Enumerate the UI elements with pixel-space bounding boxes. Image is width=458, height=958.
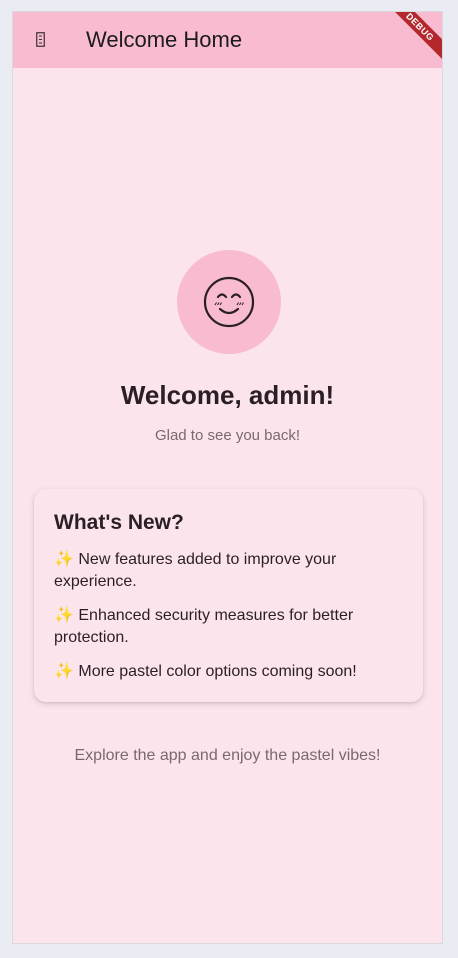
whats-new-card: What's New? ✨ New features added to impr… <box>34 489 423 702</box>
smiling-face-icon <box>203 276 255 328</box>
avatar <box>177 250 281 354</box>
whats-new-title: What's New? <box>54 511 184 534</box>
welcome-subtitle: Glad to see you back! <box>154 427 301 444</box>
whats-new-item: ✨ New features added to improve your exp… <box>54 551 337 590</box>
main-content: Welcome, admin! Glad to see you back! Wh… <box>13 68 442 943</box>
whats-new-item: ✨ Enhanced security measures for better … <box>54 607 354 646</box>
debug-banner: DEBUG <box>379 12 442 68</box>
app-bar: Welcome Home DEBUG <box>13 12 442 68</box>
app-window: Welcome Home DEBUG Welcome, admin! Glad … <box>12 11 443 944</box>
whats-new-item: ✨ More pastel color options coming soon! <box>54 663 357 680</box>
footer-message: Explore the app and enjoy the pastel vib… <box>74 747 381 764</box>
page-title: Welcome Home <box>86 27 243 52</box>
broken-glyph-icon[interactable] <box>36 32 45 47</box>
welcome-heading: Welcome, admin! <box>120 380 335 410</box>
